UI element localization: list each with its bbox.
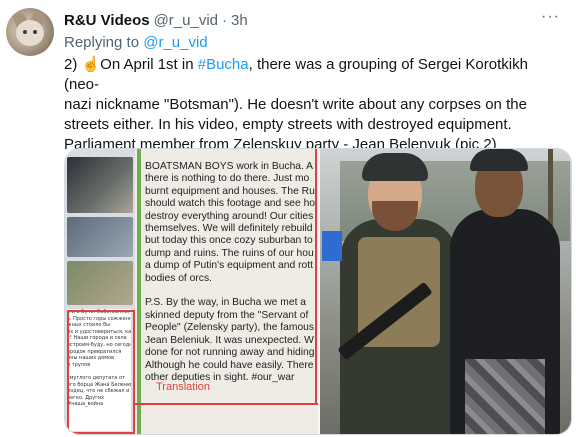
translated-text-line: BOATSMAN BOYS work in Bucha. A — [145, 161, 314, 172]
avatar[interactable] — [6, 8, 54, 56]
tweet-text-line1a: 2) ☝️On April 1st in — [64, 56, 198, 73]
media-image-1[interactable]: ...и в Буче. Собственно, ь. Просто горы с… — [65, 149, 318, 434]
translated-text-line: People" (Zelensky party), the famous — [145, 322, 315, 334]
translated-text-line: P.S. By the way, in Bucha we met a — [145, 297, 307, 309]
tweet-text: 2) ☝️On April 1st in #Bucha, there was a… — [64, 55, 564, 155]
translated-text-line: dump and ruins. The ruins of our hou — [145, 247, 314, 259]
translated-text-line: a dump of Putin's equipment and rott — [145, 260, 313, 272]
translated-text-line: burnt equipment and houses. The Ru — [145, 185, 315, 197]
display-name[interactable]: R&U Videos — [64, 12, 150, 29]
translated-text-line: should watch this footage and see ho — [145, 198, 316, 210]
translation-label: Translation — [156, 381, 211, 393]
translated-text-line: Jean Beleniuk. It was unexpected. W — [145, 334, 314, 346]
replying-to: Replying to @r_u_vid — [64, 34, 208, 51]
tweet-header: R&U Videos @r_u_vid · 3h — [64, 10, 248, 30]
annotation-frame-original — [67, 310, 135, 434]
tweet-text-line3: streets either. In his video, empty stre… — [64, 116, 512, 133]
more-options-icon[interactable]: ··· — [541, 8, 560, 26]
tweet-text-line2: nazi nickname "Botsman"). He doesn't wri… — [64, 96, 527, 113]
translated-text-line: but today this once cozy suburban to — [145, 235, 313, 247]
separator-dot: · — [222, 11, 228, 29]
translated-text-line — [145, 285, 318, 297]
timestamp[interactable]: 3h — [231, 12, 248, 29]
replying-to-handle-link[interactable]: @r_u_vid — [143, 34, 207, 51]
user-handle[interactable]: @r_u_vid — [154, 12, 218, 29]
translated-text-line: themselves. We will definitely rebuild — [145, 223, 313, 235]
translated-text: BOATSMAN BOYS work in Bucha. Athere is n… — [145, 161, 318, 384]
translated-text-line: Although he could have easily. There — [145, 359, 314, 371]
translated-text-line: bodies of orcs. — [145, 272, 212, 284]
translated-text-line: skinned deputy from the "Servant of — [145, 309, 309, 321]
hashtag-link[interactable]: #Bucha — [198, 56, 249, 73]
annotation-frame-translation — [135, 403, 318, 405]
translated-text-line: destroy everything around! Our cities — [145, 210, 314, 222]
media-grid: ...и в Буче. Собственно, ь. Просто горы с… — [64, 148, 572, 435]
translated-text-line: there is nothing to do there. Just mo — [145, 173, 310, 185]
translated-text-line: done for not running away and hiding — [145, 347, 315, 359]
replying-to-label: Replying to — [64, 34, 140, 51]
media-image-2[interactable] — [320, 149, 571, 434]
